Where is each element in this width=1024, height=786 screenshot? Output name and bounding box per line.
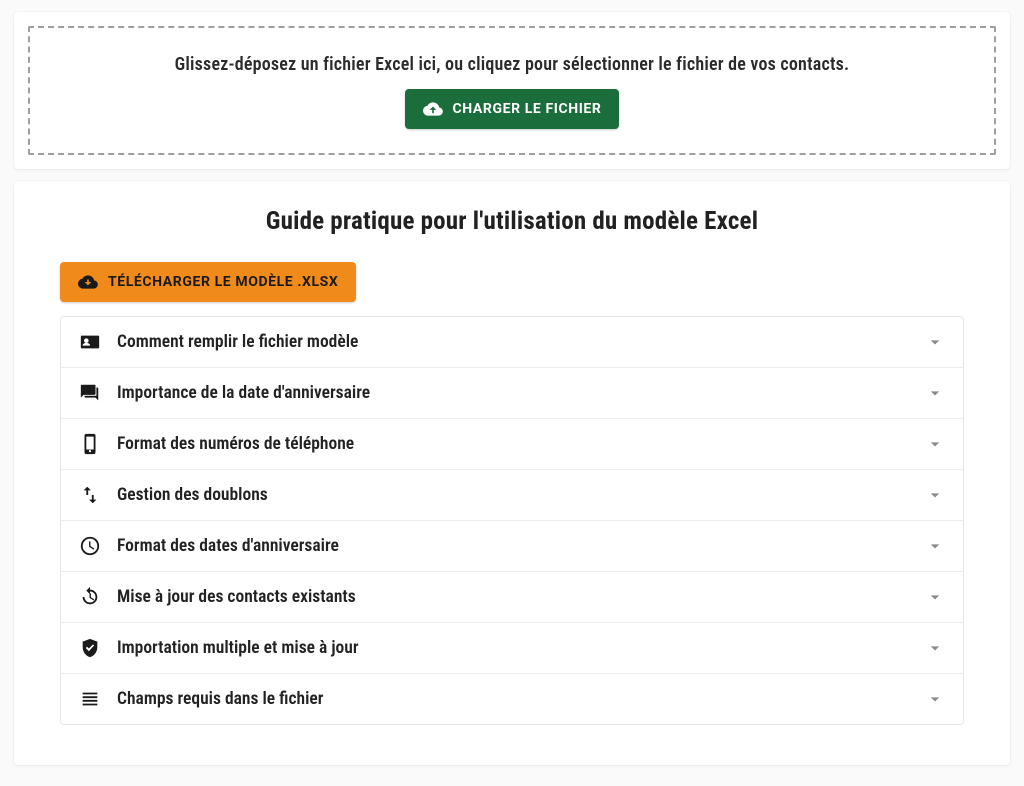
contact-card-icon [79, 331, 101, 353]
upload-button-label: CHARGER LE FICHIER [453, 101, 602, 117]
shield-check-icon [79, 637, 101, 659]
accordion-item[interactable]: Importation multiple et mise à jour [61, 622, 963, 673]
chevron-down-icon [925, 689, 945, 709]
guide-accordion: Comment remplir le fichier modèle Importa… [60, 316, 964, 725]
accordion-item-label: Format des dates d'anniversaire [117, 536, 909, 556]
accordion-item[interactable]: Champs requis dans le fichier [61, 673, 963, 724]
guide-title: Guide pratique pour l'utilisation du mod… [60, 207, 964, 236]
chevron-down-icon [925, 383, 945, 403]
file-dropzone[interactable]: Glissez-déposez un fichier Excel ici, ou… [28, 26, 996, 155]
upload-file-button[interactable]: CHARGER LE FICHIER [405, 89, 620, 129]
update-icon [79, 586, 101, 608]
accordion-item[interactable]: Format des dates d'anniversaire [61, 520, 963, 571]
accordion-item-label: Importation multiple et mise à jour [117, 638, 909, 658]
accordion-item-label: Comment remplir le fichier modèle [117, 332, 909, 352]
swap-vert-icon [79, 484, 101, 506]
cloud-upload-icon [423, 99, 443, 119]
chevron-down-icon [925, 638, 945, 658]
download-row: TÉLÉCHARGER LE MODÈLE .XLSX [60, 262, 964, 302]
dropzone-instruction: Glissez-déposez un fichier Excel ici, ou… [50, 54, 974, 75]
accordion-item-label: Importance de la date d'anniversaire [117, 383, 909, 403]
accordion-item[interactable]: Gestion des doublons [61, 469, 963, 520]
chevron-down-icon [925, 587, 945, 607]
download-button-label: TÉLÉCHARGER LE MODÈLE .XLSX [108, 274, 338, 290]
chevron-down-icon [925, 536, 945, 556]
guide-card: Guide pratique pour l'utilisation du mod… [14, 181, 1010, 765]
lines-icon [79, 688, 101, 710]
download-template-button[interactable]: TÉLÉCHARGER LE MODÈLE .XLSX [60, 262, 356, 302]
phone-icon [79, 433, 101, 455]
cloud-download-icon [78, 272, 98, 292]
chevron-down-icon [925, 434, 945, 454]
forum-icon [79, 382, 101, 404]
chevron-down-icon [925, 485, 945, 505]
upload-card: Glissez-déposez un fichier Excel ici, ou… [14, 12, 1010, 169]
accordion-item[interactable]: Importance de la date d'anniversaire [61, 367, 963, 418]
accordion-item-label: Gestion des doublons [117, 485, 909, 505]
accordion-item-label: Mise à jour des contacts existants [117, 587, 909, 607]
accordion-item[interactable]: Mise à jour des contacts existants [61, 571, 963, 622]
chevron-down-icon [925, 332, 945, 352]
accordion-item-label: Champs requis dans le fichier [117, 689, 909, 709]
accordion-item-label: Format des numéros de téléphone [117, 434, 909, 454]
time-icon [79, 535, 101, 557]
accordion-item[interactable]: Format des numéros de téléphone [61, 418, 963, 469]
accordion-item[interactable]: Comment remplir le fichier modèle [61, 317, 963, 367]
